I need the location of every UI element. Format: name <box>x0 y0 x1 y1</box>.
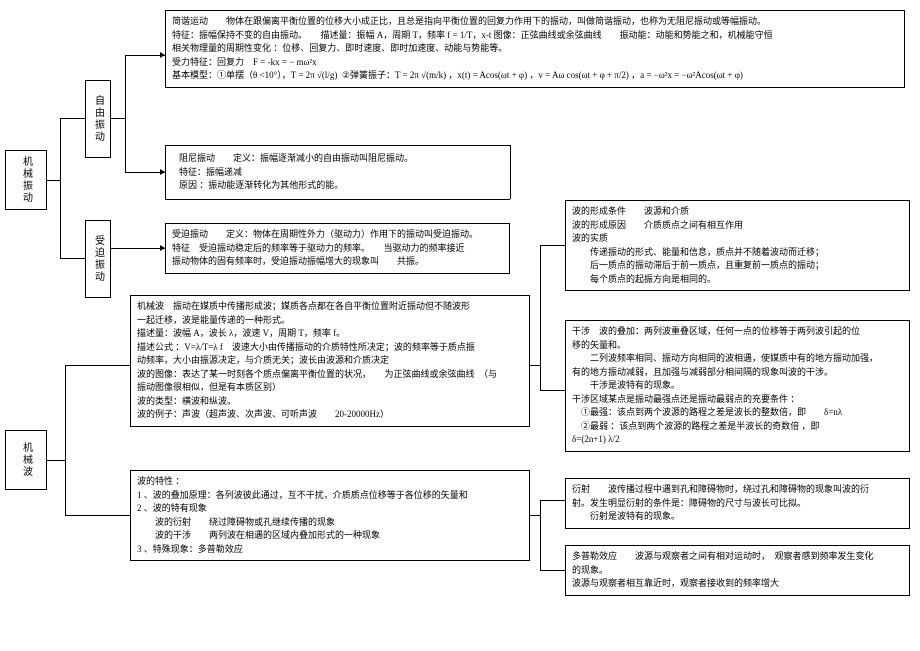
line: 特征：振幅保持不变的自由振动。 描述量：振幅 A，周期 T，频率 f = 1/T… <box>172 29 898 43</box>
box-forced: 受迫振动 定义：物体在周期性外力（驱动力）作用下的振动叫受迫振动。 特征 受迫振… <box>165 223 510 274</box>
line: 波的图像：表达了某一时刻各个质点偏离平衡位置的状况， 为正弦曲线或余弦曲线 （与 <box>137 368 523 382</box>
line: 波的形成原因 介质质点之间有相互作用 <box>572 219 903 233</box>
line: 有的地方振动减弱，且加强与减弱部分相间隔的现象叫波的干涉。 <box>572 366 903 380</box>
connector <box>540 245 565 246</box>
line: ②最弱 ：该点到两个波源的路程之差是半波长的奇数倍 ，即 <box>572 420 903 434</box>
connector <box>125 172 165 173</box>
sqrt-l-g: √(l/g) <box>317 70 337 80</box>
line: 后一质点的振动滞后于前一质点，且重复前一质点的振动； <box>572 259 903 273</box>
line: 机械波 振动在媒质中传播形成波；媒质各点都在各自平衡位置附近振动但不随波形 <box>137 300 523 314</box>
line: 阻尼振动 定义：振幅逐渐减小的自由振动叫阻尼振动。 <box>179 152 501 166</box>
label: 受迫振动 <box>91 235 106 283</box>
line: 波源与观察者相互靠近时，观察者接收到的频率增大 <box>572 577 903 591</box>
line: 特征 受迫振动稳定后的频率等于驱动力的频率。 当驱动力的频率接近 <box>172 242 503 256</box>
arrow-icon <box>160 245 165 251</box>
part-a: 基本模型：①单摆（θ <10°），T = 2π <box>172 70 315 80</box>
arrow-icon <box>160 52 165 58</box>
box-damped: 阻尼振动 定义：振幅逐渐减小的自由振动叫阻尼振动。 特征：振幅递减 原因 ：振动… <box>175 150 505 195</box>
line: 波的衍射 绕过障碍物或孔继续传播的现象 <box>137 516 523 530</box>
box-wave-formation: 波的形成条件 波源和介质 波的形成原因 介质质点之间有相互作用 波的实质 传递振… <box>565 200 910 291</box>
box-wave-properties: 波的特性 ： 1 、波的叠加原理：各列波彼此通过，互不干扰，介质质点位移等于各位… <box>130 470 530 561</box>
divider <box>165 199 510 200</box>
line: 简谐运动 物体在跟偏离平衡位置的位移大小成正比，且总是指向平衡位置的回复力作用下… <box>172 15 898 29</box>
connector <box>65 365 66 515</box>
connector <box>60 258 85 259</box>
label: 机械振动 <box>19 156 34 204</box>
line: δ=(2n+1) λ/2 <box>572 433 903 447</box>
sqrt-m-k: √(m/k) <box>421 70 446 80</box>
line: 受力特征：回复力 F = -kx = − mω²x <box>172 56 898 70</box>
box-interference: 干涉 波的叠加：两列波重叠区域，任何一点的位移等于两列波引起的位 移的矢量和。 … <box>565 320 910 452</box>
line: 波的例子：声波（超声波、次声波、可听声波 20-20000Hz） <box>137 408 523 422</box>
connector <box>125 55 126 172</box>
divider <box>165 145 510 146</box>
line: 干涉是波特有的现象。 <box>572 379 903 393</box>
line: 原因 ：振动能逐渐转化为其他形式的能。 <box>179 179 501 193</box>
line: 每个质点的起振方向是相同的。 <box>572 273 903 287</box>
line: 振动物体的固有频率时，受迫振动振幅增大的现象叫 共振。 <box>172 255 503 269</box>
connector <box>47 460 65 461</box>
line: 一起迁移，波是能量传递的一种形式。 <box>137 314 523 328</box>
line: 二列波频率相同、振动方向相同的波相遇，使媒质中有的地方振动加强， <box>572 352 903 366</box>
line: 相关物理量的周期性变化 ：位移、回复力、即时速度、即时加速度、动能与势能等。 <box>172 42 898 56</box>
line: 波的特性 ： <box>137 475 523 489</box>
sub-forced-vibration: 受迫振动 <box>85 220 111 298</box>
connector <box>540 570 565 571</box>
connector <box>60 118 61 258</box>
line: 传递振动的形式、能量和信息，质点并不随着波动而迁移； <box>572 246 903 260</box>
line: 波的干涉 两列波在相遇的区域内叠加形式的一种现象 <box>137 529 523 543</box>
sub-free-vibration: 自由振动 <box>85 80 111 158</box>
line: 3 、特殊现象：多普勒效应 <box>137 543 523 557</box>
connector <box>540 500 565 501</box>
connector <box>530 515 540 516</box>
line: 波的形成条件 波源和介质 <box>572 205 903 219</box>
divider <box>165 145 166 199</box>
box-shm: 简谐运动 物体在跟偏离平衡位置的位移大小成正比，且总是指向平衡位置的回复力作用下… <box>165 10 905 88</box>
box-diffraction: 衍射 波传播过程中遇到孔和障碍物时，绕过孔和障碍物的现象叫波的衍 射。发生明显衍… <box>565 478 910 529</box>
line: 基本模型：①单摆（θ <10°），T = 2π √(l/g) ②弹簧振子：T =… <box>172 69 898 83</box>
line: 描述量：波幅 A，波长 λ，波速 V，周期 T，频率 f。 <box>137 327 523 341</box>
label: 自由振动 <box>91 95 106 143</box>
line: 射。发生明显衍射的条件是：障碍物的尺寸与波长可比拟。 <box>572 497 903 511</box>
line: 多普勒效应 波源与观察者之间有相对运动时， 观察者感到频率发生变化 <box>572 550 903 564</box>
line: 波的类型：横波和纵波。 <box>137 395 523 409</box>
line: ①最强：该点到两个波源的路程之差是波长的整数倍，即 δ=nλ <box>572 406 903 420</box>
connector <box>540 390 565 391</box>
line: 2 、波的特有现象 <box>137 502 523 516</box>
connector <box>60 118 85 119</box>
line: 的现象。 <box>572 564 903 578</box>
connector <box>125 55 165 56</box>
part-b: ②弹簧振子：T = 2π <box>342 70 419 80</box>
line: 衍射是波特有的现象。 <box>572 510 903 524</box>
line: 1 、波的叠加原理：各列波彼此通过，互不干扰，介质质点位移等于各位移的矢量和 <box>137 489 523 503</box>
line: 特征：振幅递减 <box>179 166 501 180</box>
line: 动频率，大小由振源决定，与介质无关；波长由波源和介质决定 <box>137 354 523 368</box>
line: 衍射 波传播过程中遇到孔和障碍物时，绕过孔和障碍物的现象叫波的衍 <box>572 483 903 497</box>
part-c: ，x(t) = Acos(ωt + φ) ，v = Aω cos(ωt + φ … <box>448 70 743 80</box>
connector <box>65 365 130 366</box>
line: 移的矢量和。 <box>572 339 903 353</box>
line: 描述公式 ：V=λ/T=λ f 波速大小由传播振动的介质特性所决定；波的频率等于… <box>137 341 523 355</box>
box-mechanical-wave: 机械波 振动在媒质中传播形成波；媒质各点都在各自平衡位置附近振动但不随波形 一起… <box>130 295 530 427</box>
connector <box>111 248 165 249</box>
connector <box>540 500 541 570</box>
line: 振动图像很相似，但是有本质区别） <box>137 381 523 395</box>
divider <box>510 145 511 199</box>
box-doppler: 多普勒效应 波源与观察者之间有相对运动时， 观察者感到频率发生变化 的现象。 波… <box>565 545 910 596</box>
line: 干涉 波的叠加：两列波重叠区域，任何一点的位移等于两列波引起的位 <box>572 325 903 339</box>
root-wave: 机械波 <box>5 430 47 490</box>
line: 干涉区域某点是振动最强点还是振动最弱点的充要条件 ： <box>572 393 903 407</box>
connector <box>540 245 541 390</box>
connector <box>47 180 60 181</box>
connector <box>65 515 130 516</box>
connector <box>111 118 125 119</box>
label: 机械波 <box>19 442 34 478</box>
connector <box>530 365 540 366</box>
line: 波的实质 <box>572 232 903 246</box>
root-vibration: 机械振动 <box>5 150 47 210</box>
arrow-icon <box>160 169 165 175</box>
line: 受迫振动 定义：物体在周期性外力（驱动力）作用下的振动叫受迫振动。 <box>172 228 503 242</box>
